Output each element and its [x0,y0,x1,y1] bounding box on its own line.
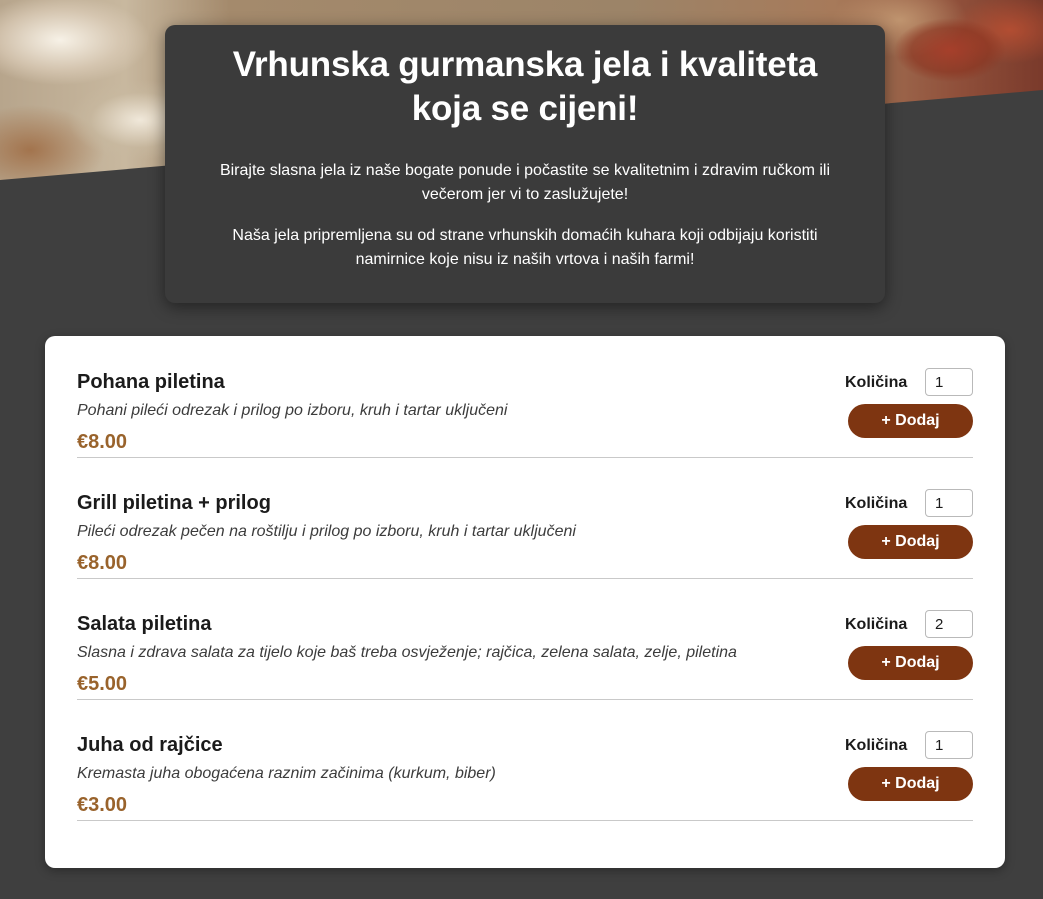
add-button[interactable]: + Dodaj [848,646,973,680]
quantity-label: Količina [845,374,908,391]
add-button[interactable]: + Dodaj [848,525,973,559]
item-description: Pohani pileći odrezak i prilog po izboru… [77,402,508,419]
hero-paragraph-1: Birajte slasna jela iz naše bogate ponud… [219,162,831,203]
quantity-input[interactable] [925,610,973,638]
hero-paragraph-2: Naša jela pripremljena su od strane vrhu… [232,227,818,268]
hero-card: Vrhunska gurmanska jela i kvaliteta koja… [165,25,885,303]
quantity-input[interactable] [925,368,973,396]
item-name: Pohana piletina [77,371,225,393]
item-name: Grill piletina + prilog [77,492,271,514]
menu-item-juha-od-rajcice: Juha od rajčice Kremasta juha obogaćena … [77,699,973,821]
item-price: €5.00 [77,673,128,695]
menu-item-pohana-piletina: Pohana piletina Pohani pileći odrezak i … [77,336,973,458]
add-button[interactable]: + Dodaj [848,404,973,438]
item-description: Slasna i zdrava salata za tijelo koje ba… [77,644,737,661]
item-price: €3.00 [77,794,128,816]
quantity-label: Količina [845,495,908,512]
item-price: €8.00 [77,431,128,453]
menu-card: Pohana piletina Pohani pileći odrezak i … [45,336,1005,868]
quantity-input[interactable] [925,489,973,517]
item-name: Salata piletina [77,613,212,635]
item-name: Juha od rajčice [77,734,223,756]
item-description: Kremasta juha obogaćena raznim začinima … [77,765,496,782]
add-button[interactable]: + Dodaj [848,767,973,801]
menu-item-salata-piletina: Salata piletina Slasna i zdrava salata z… [77,578,973,700]
item-price: €8.00 [77,552,128,574]
quantity-label: Količina [845,737,908,754]
quantity-label: Količina [845,616,908,633]
item-description: Pileći odrezak pečen na roštilju i prilo… [77,523,576,540]
quantity-input[interactable] [925,731,973,759]
menu-item-grill-piletina: Grill piletina + prilog Pileći odrezak p… [77,457,973,579]
hero-title: Vrhunska gurmanska jela i kvaliteta koja… [232,45,818,128]
